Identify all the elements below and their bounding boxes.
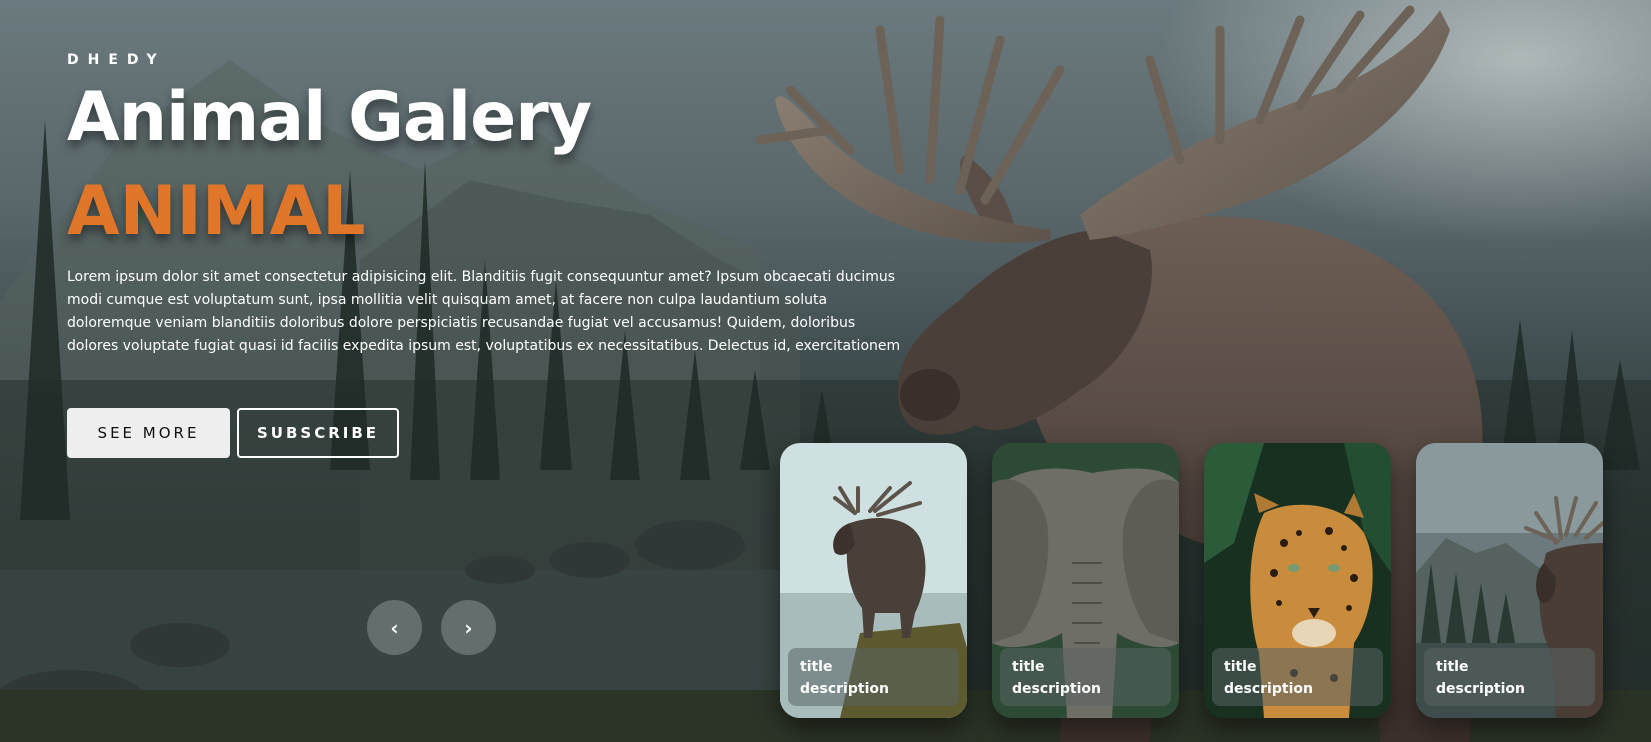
thumbnail-item[interactable]: title description (780, 443, 967, 718)
slider-arrows: ‹ › (367, 600, 496, 655)
next-button[interactable]: › (441, 600, 496, 655)
thumbnail-description: description (800, 681, 889, 697)
subscribe-button[interactable]: SUBSCRIBE (237, 408, 399, 458)
thumbnail-item[interactable]: title description (1204, 443, 1391, 718)
thumbnail-description: description (1436, 681, 1525, 697)
thumbnail-caption: title description (788, 648, 959, 706)
thumbnail-item[interactable]: title description (992, 443, 1179, 718)
thumbnail-title: title (1436, 659, 1469, 675)
thumbnail-title: title (1012, 659, 1045, 675)
chevron-right-icon: › (464, 615, 473, 640)
brand-author: DHEDY (67, 52, 166, 68)
thumbnail-description: description (1224, 681, 1313, 697)
hero-buttons: SEE MORE SUBSCRIBE (67, 408, 399, 458)
thumbnail-item[interactable]: title description (1416, 443, 1603, 718)
thumbnail-description: description (1012, 681, 1101, 697)
see-more-button[interactable]: SEE MORE (67, 408, 230, 458)
hero-slider: DHEDY Animal Galery ANIMAL Lorem ipsum d… (0, 0, 1651, 742)
thumbnail-caption: title description (1212, 648, 1383, 706)
thumbnail-list: title description title description titl… (780, 443, 1603, 718)
topic-heading: ANIMAL (67, 172, 366, 251)
prev-button[interactable]: ‹ (367, 600, 422, 655)
thumbnail-caption: title description (1000, 648, 1171, 706)
thumbnail-caption: title description (1424, 648, 1595, 706)
chevron-left-icon: ‹ (390, 615, 399, 640)
hero-description: Lorem ipsum dolor sit amet consectetur a… (67, 269, 901, 354)
thumbnail-title: title (1224, 659, 1257, 675)
page-title: Animal Galery (67, 78, 592, 157)
hero-content: DHEDY Animal Galery ANIMAL Lorem ipsum d… (67, 52, 907, 358)
thumbnail-title: title (800, 659, 833, 675)
